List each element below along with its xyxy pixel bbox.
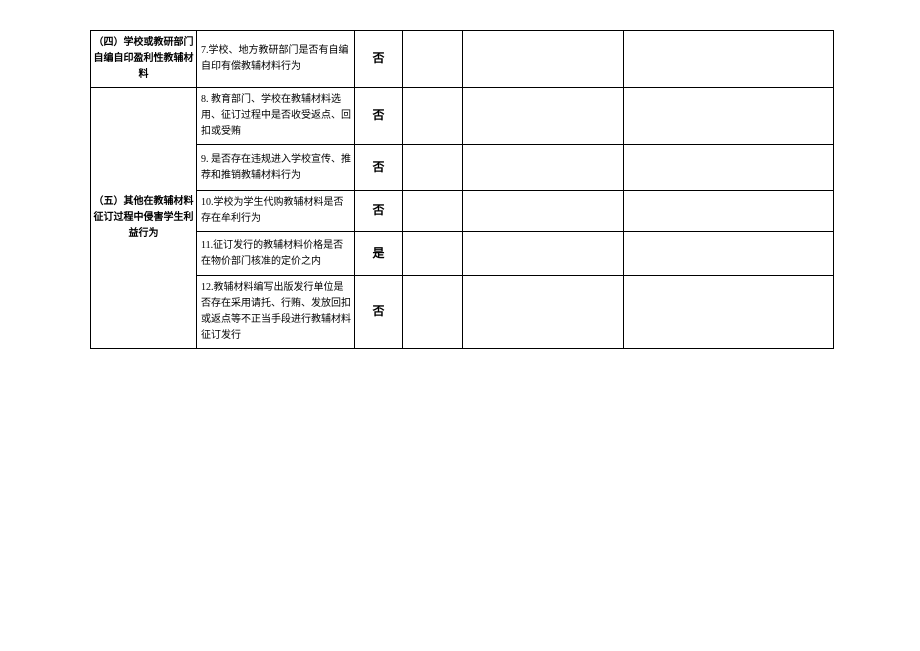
blank-cell	[463, 145, 624, 191]
item-cell: 12.教辅材料编写出版发行单位是否存在采用请托、行贿、发放回扣或返点等不正当手段…	[197, 276, 355, 349]
item-cell: 8. 教育部门、学校在教辅材料选用、征订过程中是否收受返点、回扣或受贿	[197, 88, 355, 145]
blank-cell	[463, 31, 624, 88]
item-cell: 7.学校、地方教研部门是否有自编自印有偿教辅材料行为	[197, 31, 355, 88]
blank-cell	[624, 191, 834, 232]
answer-cell: 是	[355, 232, 403, 276]
answer-cell: 否	[355, 88, 403, 145]
blank-cell	[403, 276, 463, 349]
category-cell: （五）其他在教辅材料征订过程中侵害学生利益行为	[91, 88, 197, 349]
blank-cell	[403, 145, 463, 191]
answer-cell: 否	[355, 145, 403, 191]
blank-cell	[463, 232, 624, 276]
blank-cell	[463, 88, 624, 145]
item-cell: 11.征订发行的教辅材料价格是否在物价部门核准的定价之内	[197, 232, 355, 276]
answer-cell: 否	[355, 276, 403, 349]
blank-cell	[403, 191, 463, 232]
blank-cell	[403, 31, 463, 88]
blank-cell	[403, 232, 463, 276]
blank-cell	[624, 232, 834, 276]
blank-cell	[463, 276, 624, 349]
blank-cell	[624, 88, 834, 145]
table-row: （五）其他在教辅材料征订过程中侵害学生利益行为 8. 教育部门、学校在教辅材料选…	[91, 88, 834, 145]
table-row: 11.征订发行的教辅材料价格是否在物价部门核准的定价之内 是	[91, 232, 834, 276]
table-row: （四）学校或教研部门自编自印盈利性教辅材料 7.学校、地方教研部门是否有自编自印…	[91, 31, 834, 88]
blank-cell	[624, 145, 834, 191]
answer-cell: 否	[355, 31, 403, 88]
blank-cell	[463, 191, 624, 232]
blank-cell	[624, 276, 834, 349]
table-row: 9. 是否存在违规进入学校宣传、推荐和推销教辅材料行为 否	[91, 145, 834, 191]
item-cell: 9. 是否存在违规进入学校宣传、推荐和推销教辅材料行为	[197, 145, 355, 191]
answer-cell: 否	[355, 191, 403, 232]
item-cell: 10.学校为学生代购教辅材料是否存在牟利行为	[197, 191, 355, 232]
blank-cell	[403, 88, 463, 145]
category-cell: （四）学校或教研部门自编自印盈利性教辅材料	[91, 31, 197, 88]
table-row: 10.学校为学生代购教辅材料是否存在牟利行为 否	[91, 191, 834, 232]
blank-cell	[624, 31, 834, 88]
inspection-table: （四）学校或教研部门自编自印盈利性教辅材料 7.学校、地方教研部门是否有自编自印…	[90, 30, 834, 349]
table-row: 12.教辅材料编写出版发行单位是否存在采用请托、行贿、发放回扣或返点等不正当手段…	[91, 276, 834, 349]
